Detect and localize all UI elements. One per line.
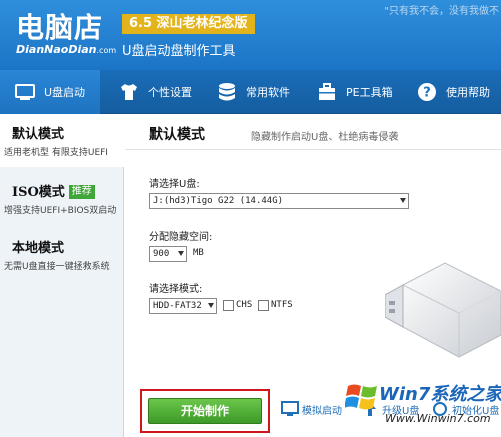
chevron-down-icon: [400, 198, 406, 203]
version-badge: 6.5 深山老林纪念版: [122, 14, 255, 34]
sidebar-item-local-mode[interactable]: 本地模式 无需U盘直接一键拯救系统: [0, 229, 124, 281]
nav-tab-help[interactable]: ? 使用帮助: [408, 70, 501, 114]
chs-checkbox[interactable]: [223, 300, 234, 311]
partition-size-select[interactable]: 900: [149, 246, 187, 262]
slogan-text: "只有我不会，没有我做不: [384, 6, 499, 17]
usb-device-select[interactable]: J:(hd3)Tigo G22 (14.44G): [149, 193, 409, 209]
sidebar-item-title: ISO模式 推荐: [12, 181, 95, 200]
logo-title: 电脑店: [16, 11, 104, 44]
sidebar-item-iso-mode[interactable]: ISO模式 推荐 增强支持UEFI+BIOS双启动: [0, 173, 124, 225]
divider: [125, 149, 501, 150]
partition-size-value: 900: [153, 249, 170, 259]
sidebar-item-default-mode[interactable]: 默认模式 适用老机型 有限支持UEFI: [0, 115, 125, 167]
nav-label: 常用软件: [246, 86, 290, 99]
start-button-highlight: 开始制作: [140, 389, 270, 433]
sidebar-item-title: 默认模式: [12, 127, 65, 142]
svg-text:?: ?: [423, 86, 431, 101]
sidebar-item-desc: 增强支持UEFI+BIOS双启动: [4, 206, 117, 216]
format-mode-value: HDD-FAT32: [153, 301, 202, 311]
tshirt-icon: [116, 79, 142, 105]
tool-name: U盘启动盘制作工具: [122, 44, 236, 59]
nav-bar: U盘启动 个性设置 常用软件 PE工具箱 ? 使用帮助: [0, 70, 501, 114]
database-icon: [214, 79, 240, 105]
usb-drive-icon: [12, 79, 38, 105]
ntfs-checkbox[interactable]: [258, 300, 269, 311]
windows-logo-icon: [345, 384, 377, 410]
monitor-icon: [281, 401, 299, 416]
partition-unit: MB: [193, 248, 204, 258]
recommend-badge: 推荐: [68, 185, 95, 199]
help-icon: ?: [414, 79, 440, 105]
partition-label: 分配隐藏空间:: [149, 232, 213, 243]
usb-select-label: 请选择U盘:: [149, 179, 200, 190]
nav-label: 个性设置: [148, 86, 192, 99]
chevron-down-icon: [208, 303, 214, 308]
chevron-down-icon: [178, 251, 184, 256]
logo-subtitle: DianNaoDian.com: [16, 43, 116, 56]
logo-en: DianNaoDian: [16, 43, 97, 56]
sidebar-item-desc: 适用老机型 有限支持UEFI: [4, 148, 108, 158]
sidebar-item-desc: 无需U盘直接一键拯救系统: [4, 262, 110, 272]
nav-tab-pe-toolbox[interactable]: PE工具箱: [306, 70, 402, 114]
nav-label: U盘启动: [44, 86, 86, 99]
mode-sidebar: 默认模式 适用老机型 有限支持UEFI ISO模式 推荐 增强支持UEFI+BIO…: [0, 115, 125, 437]
nav-tab-software[interactable]: 常用软件: [206, 70, 302, 114]
nav-tab-personalize[interactable]: 个性设置: [108, 70, 204, 114]
watermark-title: Win7系统之家: [379, 384, 501, 405]
logo-en-suffix: .com: [96, 46, 117, 55]
site-watermark: Win7系统之家 Www.Winwin7.com: [345, 378, 501, 437]
mode-select-label: 请选择模式:: [149, 284, 203, 295]
usb-drive-illustration: [385, 262, 501, 358]
simulate-boot-link[interactable]: 模拟启动: [281, 401, 342, 417]
sidebar-item-title-text: ISO模式: [12, 185, 65, 200]
page-title: 默认模式: [149, 127, 205, 143]
simulate-boot-label: 模拟启动: [302, 405, 342, 417]
format-mode-select[interactable]: HDD-FAT32: [149, 298, 217, 314]
start-button[interactable]: 开始制作: [148, 398, 262, 424]
app-header: 电脑店 DianNaoDian.com 6.5 深山老林纪念版 U盘启动盘制作工…: [0, 0, 501, 70]
nav-label: 使用帮助: [446, 86, 490, 99]
chs-label: CHS: [236, 300, 253, 310]
nav-label: PE工具箱: [346, 86, 393, 99]
usb-device-value: J:(hd3)Tigo G22 (14.44G): [153, 196, 284, 206]
ntfs-label: NTFS: [271, 300, 293, 310]
watermark-url: Www.Winwin7.com: [385, 412, 491, 425]
sidebar-item-title: 本地模式: [12, 241, 65, 256]
toolbox-icon: [314, 79, 340, 105]
page-description: 隐藏制作启动U盘、杜绝病毒侵袭: [251, 132, 399, 143]
nav-tab-usb-boot[interactable]: U盘启动: [0, 70, 100, 114]
